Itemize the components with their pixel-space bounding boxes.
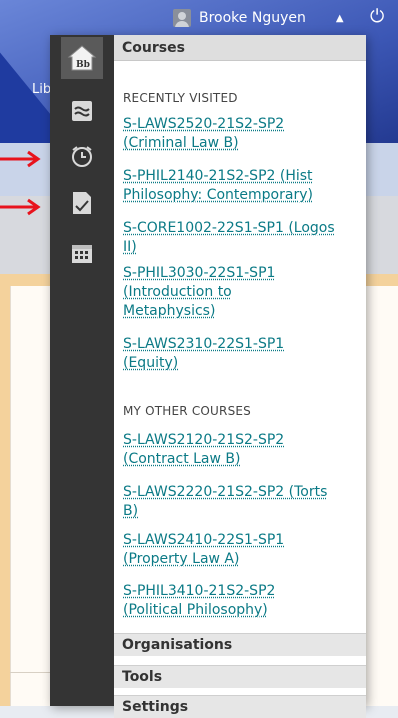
- red-arrow-icon: [0, 150, 41, 168]
- header-text: Lib: [32, 82, 52, 97]
- course-link[interactable]: S-PHIL2140-21S2-SP2 (Hist Philosophy: Con…: [123, 167, 358, 205]
- icon-rail: Bb: [50, 35, 114, 706]
- caret-up-icon: ▲: [335, 12, 344, 24]
- svg-text:Bb: Bb: [76, 60, 90, 70]
- user-name: Brooke Nguyen: [199, 10, 306, 26]
- grade-icon[interactable]: [61, 182, 103, 224]
- user-menu-toggle[interactable]: Brooke Nguyen ▲: [173, 5, 344, 31]
- course-link[interactable]: S-LAWS2310-22S1-SP1 (Equity): [123, 335, 358, 373]
- power-icon[interactable]: ⏻: [370, 6, 384, 27]
- other-courses-label: MY OTHER COURSES: [123, 404, 251, 418]
- avatar: [173, 9, 191, 27]
- course-link[interactable]: S-LAWS2220-21S2-SP2 (Torts B): [123, 483, 358, 521]
- course-link[interactable]: S-LAWS2520-21S2-SP2 (Criminal Law B): [123, 115, 358, 153]
- global-navigation-menu: Bb Courses RECENTLY VISITED S-LAWS2520-2…: [50, 35, 366, 718]
- course-link[interactable]: S-PHIL3030-22S1-SP1 (Introduction to Metap…: [123, 264, 358, 321]
- course-link[interactable]: S-CORE1002-22S1-SP1 (Logos II): [123, 219, 358, 257]
- stream-icon[interactable]: [61, 90, 103, 132]
- course-link[interactable]: S-LAWS2410-22S1-SP1 (Property Law A): [123, 531, 358, 569]
- panel-title: Courses: [114, 35, 366, 61]
- red-arrow-icon: [0, 198, 41, 216]
- organisations-menu-item[interactable]: Organisations: [114, 633, 366, 656]
- course-link[interactable]: S-PHIL3410-21S2-SP2 (Political Philosophy…: [123, 582, 358, 620]
- recently-visited-label: RECENTLY VISITED: [123, 91, 238, 105]
- course-link[interactable]: S-LAWS2120-21S2-SP2 (Contract Law B): [123, 431, 358, 469]
- courses-panel: Courses RECENTLY VISITED S-LAWS2520-21S2…: [114, 35, 366, 718]
- clock-icon[interactable]: [61, 135, 103, 177]
- settings-menu-item[interactable]: Settings: [114, 695, 366, 718]
- calendar-icon[interactable]: [61, 232, 103, 274]
- tools-menu-item[interactable]: Tools: [114, 665, 366, 688]
- home-icon[interactable]: Bb: [61, 37, 103, 79]
